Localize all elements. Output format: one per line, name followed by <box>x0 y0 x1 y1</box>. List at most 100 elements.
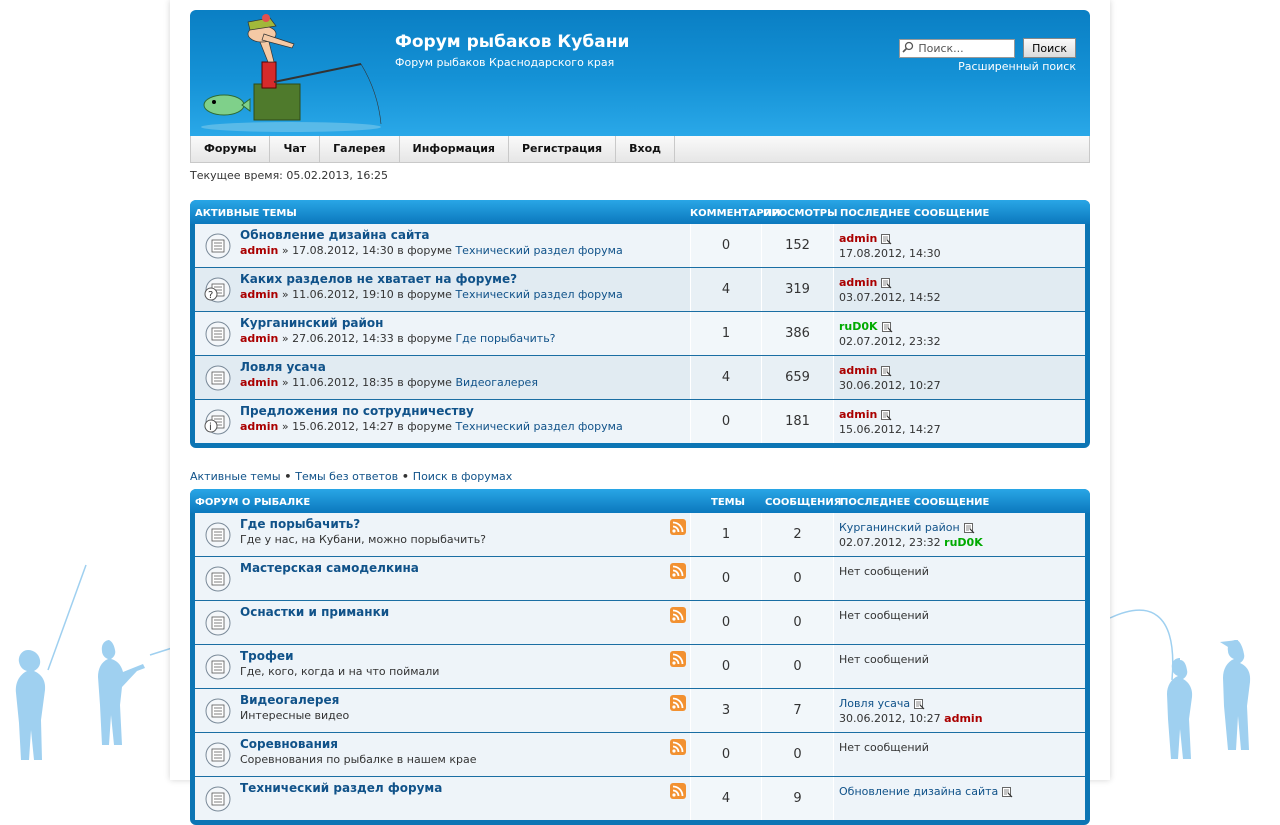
forum-cell: Технический раздел форума <box>195 777 691 820</box>
topic-poll-icon: ? <box>204 277 231 303</box>
forum-title-link[interactable]: Видеогалерея <box>240 693 339 707</box>
link-active-topics[interactable]: Активные темы <box>190 470 281 483</box>
topic-forum-link[interactable]: Технический раздел форума <box>455 420 622 433</box>
last-post-author[interactable]: admin <box>944 712 982 725</box>
view-latest-post-icon[interactable] <box>963 522 975 534</box>
col-topics: Темы <box>711 497 745 508</box>
view-latest-post-icon[interactable] <box>881 233 892 245</box>
search-button[interactable]: Поиск <box>1023 38 1076 58</box>
last-post-author[interactable]: admin <box>839 276 877 289</box>
nav-register[interactable]: Регистрация <box>509 136 617 162</box>
nav-gallery[interactable]: Галерея <box>320 136 400 162</box>
topic-forum-link[interactable]: Где порыбачить? <box>455 332 555 345</box>
last-post-author[interactable]: ruD0K <box>839 320 878 333</box>
last-post-cell: Нет сообщений <box>834 645 1085 688</box>
topic-author[interactable]: admin <box>240 420 278 433</box>
fisherman-silhouette-right <box>1109 609 1251 759</box>
last-topic-link[interactable]: Обновление дизайна сайта <box>839 785 998 798</box>
last-post-author[interactable]: admin <box>839 232 877 245</box>
forum-description: Интересные видео <box>240 709 350 722</box>
forum-title-link[interactable]: Соревнования <box>240 737 338 751</box>
views-count: 152 <box>762 224 834 267</box>
no-posts-label: Нет сообщений <box>839 609 929 622</box>
view-latest-post-icon[interactable] <box>881 409 892 421</box>
active-topic-row: Обновление дизайна сайта admin » 17.08.20… <box>195 224 1085 268</box>
site-title[interactable]: Форум рыбаков Кубани <box>395 32 629 52</box>
search-form: Поиск <box>899 38 1076 58</box>
topic-title-link[interactable]: Курганинский район <box>240 316 383 330</box>
topic-title-link[interactable]: Каких разделов не хватает на форуме? <box>240 272 517 286</box>
last-post-cell: admin 03.07.2012, 14:52 <box>834 268 1085 311</box>
topic-author[interactable]: admin <box>240 244 278 257</box>
link-unanswered[interactable]: Темы без ответов <box>295 470 398 483</box>
view-latest-post-icon[interactable] <box>1002 786 1013 798</box>
topic-author[interactable]: admin <box>240 288 278 301</box>
last-topic-link[interactable]: Курганинский район <box>839 521 960 534</box>
svg-text:i: i <box>209 422 212 433</box>
rss-feed-icon[interactable] <box>670 607 686 623</box>
topics-count: 4 <box>691 777 762 820</box>
forum-title-link[interactable]: Где порыбачить? <box>240 517 360 531</box>
col-last-post: Последнее сообщение <box>840 497 990 508</box>
last-post-cell: ruD0K 02.07.2012, 23:32 <box>834 312 1085 355</box>
topics-count: 0 <box>691 601 762 644</box>
link-search-forums[interactable]: Поиск в форумах <box>413 470 513 483</box>
topic-cell: Курганинский район admin » 27.06.2012, 14… <box>195 312 691 355</box>
view-latest-post-icon[interactable] <box>914 698 925 710</box>
topic-title-link[interactable]: Предложения по сотрудничеству <box>240 404 474 418</box>
view-latest-post-icon[interactable] <box>881 277 892 289</box>
forum-description: Где, кого, когда и на что поймали <box>240 665 440 678</box>
last-post-date: 30.06.2012, 10:27 <box>839 379 941 392</box>
topic-forum-link[interactable]: Видеогалерея <box>455 376 537 389</box>
forum-list-header: Форум о рыбалке Темы Сообщения Последнее… <box>190 489 1090 513</box>
views-count: 659 <box>762 356 834 399</box>
rss-feed-icon[interactable] <box>670 783 686 799</box>
topic-author[interactable]: admin <box>240 332 278 345</box>
rss-feed-icon[interactable] <box>670 563 686 579</box>
topic-icon <box>205 365 231 391</box>
nav-information[interactable]: Информация <box>400 136 509 162</box>
topic-title-link[interactable]: Ловля усача <box>240 360 326 374</box>
topic-meta: admin » 15.06.2012, 14:27 в форуме Техни… <box>240 420 623 433</box>
nav-chat[interactable]: Чат <box>270 136 321 162</box>
topic-forum-link[interactable]: Технический раздел форума <box>455 288 622 301</box>
last-topic-link[interactable]: Ловля усача <box>839 697 910 710</box>
comments-count: 0 <box>691 400 762 443</box>
forum-row: Видеогалерея Интересные видео 3 7 Ловля усач… <box>195 689 1085 733</box>
last-post-author[interactable]: admin <box>839 408 877 421</box>
advanced-search-link[interactable]: Расширенный поиск <box>958 60 1076 73</box>
forum-row: Соревнования Соревнования по рыбалке в на… <box>195 733 1085 777</box>
active-topics-table: Активные темы Комментарии Просмотры Посл… <box>190 200 1090 448</box>
nav-forums[interactable]: Форумы <box>191 136 271 162</box>
rss-feed-icon[interactable] <box>670 739 686 755</box>
col-last-post: Последнее сообщение <box>840 208 990 219</box>
site-description: Форум рыбаков Краснодарского края <box>395 56 615 69</box>
topic-title-link[interactable]: Обновление дизайна сайта <box>240 228 429 242</box>
topic-icon <box>205 786 231 812</box>
views-count: 386 <box>762 312 834 355</box>
view-latest-post-icon[interactable] <box>881 365 892 377</box>
last-post-author[interactable]: ruD0K <box>944 536 983 549</box>
active-topic-row: i Предложения по сотрудничеству admin » 15… <box>195 400 1085 443</box>
view-latest-post-icon[interactable] <box>881 321 893 333</box>
forum-row: Технический раздел форума 4 9 Обновление ди… <box>195 777 1085 820</box>
forum-title-link[interactable]: Технический раздел форума <box>240 781 442 795</box>
forum-title-link[interactable]: Мастерская самоделкина <box>240 561 419 575</box>
last-post-date: 30.06.2012, 10:27 <box>839 712 945 725</box>
topic-author[interactable]: admin <box>240 376 278 389</box>
last-post-author[interactable]: admin <box>839 364 877 377</box>
forum-description: Соревнования по рыбалке в нашем крае <box>240 753 477 766</box>
forum-title-link[interactable]: Трофеи <box>240 649 293 663</box>
topic-forum-link[interactable]: Технический раздел форума <box>455 244 622 257</box>
quick-links: Активные темы • Темы без ответов • Поиск… <box>190 470 1090 483</box>
rss-feed-icon[interactable] <box>670 695 686 711</box>
comments-count: 0 <box>691 224 762 267</box>
last-post-cell: Нет сообщений <box>834 557 1085 600</box>
rss-feed-icon[interactable] <box>670 651 686 667</box>
posts-count: 7 <box>762 689 834 732</box>
rss-feed-icon[interactable] <box>670 519 686 535</box>
forum-title-link[interactable]: Оснастки и приманки <box>240 605 389 619</box>
last-post-cell: Обновление дизайна сайта <box>834 777 1085 820</box>
search-input[interactable] <box>899 38 1016 58</box>
nav-login[interactable]: Вход <box>616 136 676 162</box>
